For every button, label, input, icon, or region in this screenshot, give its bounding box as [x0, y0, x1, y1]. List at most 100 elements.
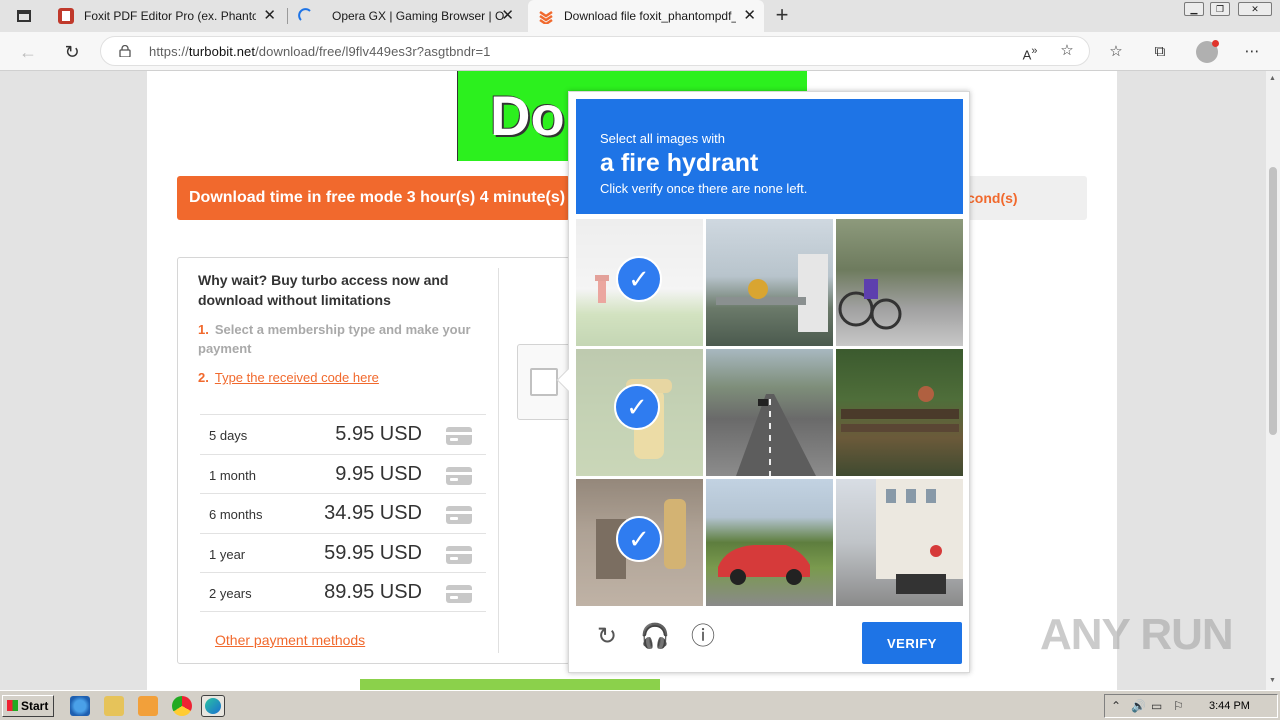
credit-card-icon [446, 427, 472, 445]
profile-avatar[interactable] [1196, 40, 1219, 63]
prompt-hint: Click verify once there are none left. [600, 181, 808, 196]
building-image [716, 254, 828, 332]
lock-icon [119, 45, 131, 57]
image-tile[interactable]: ✓ [576, 349, 703, 476]
banner-text: Do [490, 84, 565, 147]
tab-separator [287, 8, 288, 24]
panel-divider [498, 268, 499, 653]
refresh-icon[interactable]: ↻ [60, 40, 84, 64]
credit-card-icon [446, 466, 472, 485]
clock[interactable]: 3:44 PM [1209, 700, 1250, 712]
url-text: https://turbobit.net/download/free/l9flv… [149, 44, 491, 59]
highway-image [736, 394, 816, 476]
step-2: 2. Type the received code here [198, 370, 379, 385]
red-car-image [718, 545, 810, 585]
tab-actions-button[interactable] [8, 6, 40, 26]
price-row[interactable]: 2 years 89.95 USD [200, 572, 486, 612]
explorer-icon[interactable] [104, 696, 124, 716]
tab-opera[interactable]: Opera GX | Gaming Browser | Op ✕ [290, 0, 522, 32]
start-button[interactable]: Start [2, 695, 54, 717]
image-tile[interactable] [706, 349, 833, 476]
turbobit-icon [539, 10, 553, 24]
scroll-up-icon[interactable]: ▲ [1269, 75, 1276, 82]
price-row[interactable]: 1 year 59.95 USD [200, 532, 486, 573]
anyrun-watermark: ANY RUN [1040, 610, 1234, 659]
window-icon [17, 10, 31, 22]
tab-turbobit[interactable]: Download file foxit_phantompdf_ ✕ [528, 0, 764, 32]
challenge-footer: ↻ 🎧 ⓘ VERIFY [576, 612, 963, 667]
vertical-scrollbar[interactable]: ▲ ▼ [1266, 71, 1280, 690]
minimize-button[interactable]: ▁ [1184, 2, 1204, 16]
scroll-down-icon[interactable]: ▼ [1269, 677, 1276, 684]
tab-title: Download file foxit_phantompdf_ [564, 9, 736, 23]
close-icon[interactable]: ✕ [743, 8, 756, 24]
prompt-subtitle: Select all images with [600, 131, 725, 146]
image-grid: ✓ ✓ ✓ [576, 219, 964, 607]
media-player-icon[interactable] [138, 696, 158, 716]
enter-code-link[interactable]: Type the received code here [215, 370, 379, 385]
price-row[interactable]: 6 months 34.95 USD [200, 493, 486, 533]
image-tile[interactable]: ✓ [576, 479, 703, 606]
step-1: 1. Select a membership type and make your… [198, 322, 471, 356]
audio-challenge-icon[interactable]: 🎧 [640, 622, 670, 652]
credit-card-icon [446, 545, 472, 564]
scroll-thumb[interactable] [1269, 167, 1277, 435]
image-tile[interactable] [836, 479, 963, 606]
image-tile[interactable] [706, 479, 833, 606]
credit-card-icon [446, 585, 472, 603]
favorites-icon[interactable]: ☆ [1105, 41, 1127, 63]
show-hidden-icon[interactable]: ⌃ [1111, 699, 1121, 713]
selected-check-icon: ✓ [614, 384, 660, 430]
collections-icon[interactable]: ⧉ [1149, 41, 1171, 63]
tab-title: Opera GX | Gaming Browser | Op [332, 9, 504, 23]
prompt-target: a fire hydrant [600, 149, 759, 177]
new-tab-button[interactable]: + [770, 4, 794, 28]
address-bar[interactable]: https://turbobit.net/download/free/l9flv… [100, 36, 1090, 66]
flag-icon[interactable]: ⚐ [1173, 699, 1184, 713]
image-tile[interactable] [706, 219, 833, 346]
read-aloud-icon[interactable]: A» [1019, 40, 1041, 62]
taskbar: Start ⌃ 🔊 ▭ ⚐ 3:44 PM [0, 690, 1280, 720]
volume-icon[interactable]: 🔊 [1131, 699, 1146, 713]
refresh-challenge-icon[interactable]: ↻ [592, 622, 622, 652]
price-table: 5 days 5.95 USD 1 month 9.95 USD 6 months 3… [200, 414, 486, 612]
bench-image [841, 386, 959, 432]
back-arrow-icon[interactable]: ← [16, 40, 40, 64]
captcha-checkbox[interactable] [530, 368, 558, 396]
restore-button[interactable]: ❐ [1210, 2, 1230, 16]
price-row[interactable]: 5 days 5.95 USD [200, 414, 486, 454]
close-icon[interactable]: ✕ [263, 8, 276, 24]
network-icon[interactable]: ▭ [1151, 699, 1162, 713]
tab-title: Foxit PDF Editor Pro (ex. Phantom [84, 9, 256, 23]
verify-button[interactable]: VERIFY [862, 622, 962, 664]
add-favorite-icon[interactable]: ☆ [1056, 40, 1078, 62]
download-button-partial[interactable] [360, 679, 660, 690]
close-window-button[interactable]: ✕ [1238, 2, 1272, 16]
street-building-image [876, 479, 963, 594]
image-tile[interactable]: ✓ [576, 219, 703, 346]
info-icon[interactable]: ⓘ [688, 622, 718, 652]
hcaptcha-challenge: Select all images with a fire hydrant Cl… [556, 91, 970, 673]
challenge-prompt: Select all images with a fire hydrant Cl… [576, 99, 963, 214]
other-payment-link[interactable]: Other payment methods [215, 632, 365, 648]
panel-title: Why wait? Buy turbo access now and downl… [198, 272, 449, 308]
price-row[interactable]: 1 month 9.95 USD [200, 453, 486, 494]
chrome-icon[interactable] [172, 696, 192, 716]
system-tray: ⌃ 🔊 ▭ ⚐ 3:44 PM [1104, 694, 1278, 718]
edge-icon[interactable] [201, 695, 225, 717]
wait-time-bar: Download time in free mode 3 hour(s) 4 m… [177, 176, 570, 220]
credit-card-icon [446, 506, 472, 524]
selected-check-icon: ✓ [616, 256, 662, 302]
bicycles-image [838, 279, 902, 330]
selected-check-icon: ✓ [616, 516, 662, 562]
tab-foxit[interactable]: Foxit PDF Editor Pro (ex. Phantom ✕ [48, 0, 284, 32]
more-menu-icon[interactable]: ⋯ [1241, 41, 1263, 63]
tab-strip: Foxit PDF Editor Pro (ex. Phantom ✕ Oper… [0, 0, 1280, 32]
turbo-access-panel: Why wait? Buy turbo access now and downl… [177, 257, 570, 664]
image-tile[interactable] [836, 349, 963, 476]
foxit-icon [58, 8, 74, 24]
close-icon[interactable]: ✕ [501, 8, 514, 24]
browser-toolbar: ← ↻ https://turbobit.net/download/free/l… [0, 32, 1280, 71]
ie-icon[interactable] [70, 696, 90, 716]
image-tile[interactable] [836, 219, 963, 346]
